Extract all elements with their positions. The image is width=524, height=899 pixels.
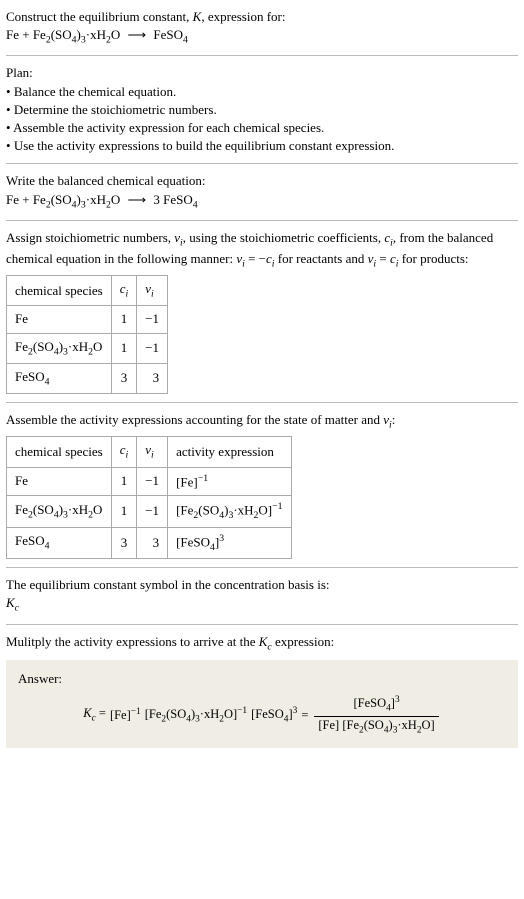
col-species: chemical species — [7, 437, 112, 467]
table-header-row: chemical species ci νi activity expressi… — [7, 437, 292, 467]
kc-term2: [Fe2(SO4)3·xH2O]−1 — [145, 705, 247, 727]
frac-numerator: [FeSO4]3 — [314, 694, 438, 717]
cell-ci: 3 — [111, 527, 137, 559]
table-row: Fe2(SO4)3·xH2O 1 −1 — [7, 333, 168, 363]
table-row: Fe2(SO4)3·xH2O 1 −1 [Fe2(SO4)3·xH2O]−1 — [7, 496, 292, 528]
header-section: Construct the equilibrium constant, K, e… — [6, 8, 518, 47]
kc-lhs: Kc = — [83, 705, 106, 726]
stoich-intro: Assign stoichiometric numbers, νi, using… — [6, 229, 518, 271]
cell-species: FeSO4 — [7, 527, 112, 559]
cell-vi: −1 — [137, 467, 168, 496]
cell-vi: 3 — [137, 363, 168, 393]
cell-vi: 3 — [137, 527, 168, 559]
col-ci: ci — [111, 437, 137, 467]
col-ci: ci — [111, 276, 137, 306]
divider — [6, 624, 518, 625]
col-species: chemical species — [7, 276, 112, 306]
divider — [6, 402, 518, 403]
balanced-section: Write the balanced chemical equation: Fe… — [6, 172, 518, 211]
cell-species: Fe — [7, 467, 112, 496]
cell-species: FeSO4 — [7, 363, 112, 393]
table-row: Fe 1 −1 — [7, 306, 168, 333]
divider — [6, 567, 518, 568]
plan-item: Use the activity expressions to build th… — [6, 137, 518, 155]
divider — [6, 220, 518, 221]
activity-intro: Assemble the activity expressions accoun… — [6, 411, 518, 432]
stoich-table: chemical species ci νi Fe 1 −1 Fe2(SO4)3… — [6, 275, 168, 394]
kc-term3: [FeSO4]3 — [251, 705, 297, 727]
table-row: FeSO4 3 3 [FeSO4]3 — [7, 527, 292, 559]
header-line: Construct the equilibrium constant, K, e… — [6, 8, 518, 26]
cell-expr: [Fe2(SO4)3·xH2O]−1 — [168, 496, 291, 528]
unbalanced-equation: Fe + Fe2(SO4)3·xH2O ⟶ FeSO4 — [6, 26, 518, 47]
cell-vi: −1 — [137, 333, 168, 363]
cell-vi: −1 — [137, 306, 168, 333]
symbol-line1: The equilibrium constant symbol in the c… — [6, 576, 518, 594]
answer-box: Answer: Kc = [Fe]−1 [Fe2(SO4)3·xH2O]−1 [… — [6, 660, 518, 748]
cell-vi: −1 — [137, 496, 168, 528]
plan-list: Balance the chemical equation. Determine… — [6, 83, 518, 156]
table-row: Fe 1 −1 [Fe]−1 — [7, 467, 292, 496]
plan-section: Plan: Balance the chemical equation. Det… — [6, 64, 518, 155]
multiply-section: Mulitply the activity expressions to arr… — [6, 633, 518, 748]
cell-ci: 1 — [111, 467, 137, 496]
balanced-title: Write the balanced chemical equation: — [6, 172, 518, 190]
col-expr: activity expression — [168, 437, 291, 467]
plan-title: Plan: — [6, 64, 518, 82]
plan-item: Assemble the activity expression for eac… — [6, 119, 518, 137]
cell-species: Fe2(SO4)3·xH2O — [7, 496, 112, 528]
symbol-kc: Kc — [6, 594, 518, 615]
kc-term1: [Fe]−1 — [110, 706, 141, 725]
kc-fraction: [FeSO4]3 [Fe] [Fe2(SO4)3·xH2O] — [314, 694, 438, 737]
cell-expr: [Fe]−1 — [168, 467, 291, 496]
kc-eq-sign: = — [301, 707, 308, 725]
cell-ci: 1 — [111, 333, 137, 363]
cell-ci: 1 — [111, 306, 137, 333]
kc-expression: Kc = [Fe]−1 [Fe2(SO4)3·xH2O]−1 [FeSO4]3 … — [18, 694, 506, 737]
plan-item: Determine the stoichiometric numbers. — [6, 101, 518, 119]
divider — [6, 163, 518, 164]
stoich-section: Assign stoichiometric numbers, νi, using… — [6, 229, 518, 394]
table-header-row: chemical species ci νi — [7, 276, 168, 306]
cell-species: Fe — [7, 306, 112, 333]
plan-item: Balance the chemical equation. — [6, 83, 518, 101]
table-row: FeSO4 3 3 — [7, 363, 168, 393]
answer-label: Answer: — [18, 670, 506, 688]
symbol-section: The equilibrium constant symbol in the c… — [6, 576, 518, 615]
cell-ci: 3 — [111, 363, 137, 393]
multiply-intro: Mulitply the activity expressions to arr… — [6, 633, 518, 654]
cell-expr: [FeSO4]3 — [168, 527, 291, 559]
activity-section: Assemble the activity expressions accoun… — [6, 411, 518, 559]
activity-table: chemical species ci νi activity expressi… — [6, 436, 292, 559]
cell-ci: 1 — [111, 496, 137, 528]
balanced-equation: Fe + Fe2(SO4)3·xH2O ⟶ 3 FeSO4 — [6, 191, 518, 212]
cell-species: Fe2(SO4)3·xH2O — [7, 333, 112, 363]
divider — [6, 55, 518, 56]
frac-denominator: [Fe] [Fe2(SO4)3·xH2O] — [314, 717, 438, 738]
col-vi: νi — [137, 276, 168, 306]
col-vi: νi — [137, 437, 168, 467]
